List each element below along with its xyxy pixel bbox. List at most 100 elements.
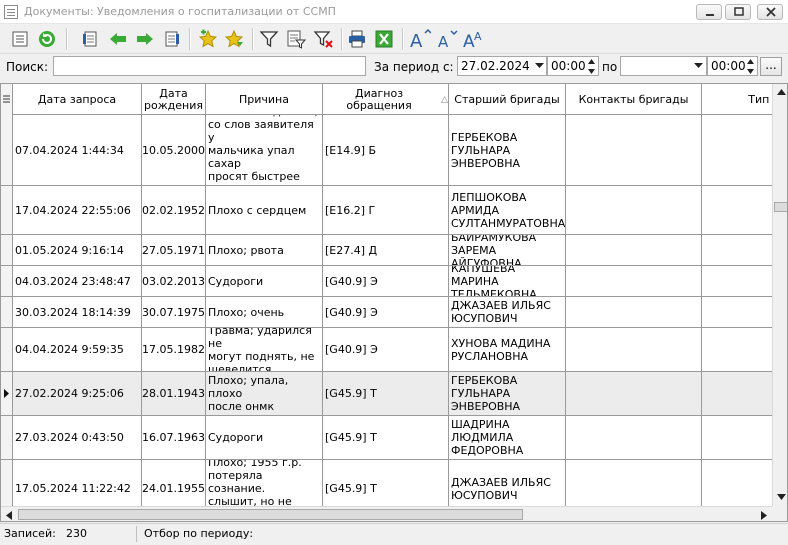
row-indicator[interactable] [1, 266, 13, 296]
row-indicator[interactable] [1, 115, 13, 185]
cell-senior[interactable]: ГЕРБЕКОВА ГУЛЬНАРА ЭНВЕРОВНА [449, 115, 566, 185]
table-row[interactable]: 04.03.2024 23:48:47 03.02.2013 Судороги [G4… [1, 266, 772, 297]
font-decrease-icon[interactable]: A [435, 27, 459, 51]
cell-date[interactable]: 17.04.2024 22:55:06 [13, 186, 142, 234]
cell-date[interactable]: 07.04.2024 1:44:34 [13, 115, 142, 185]
cell-contacts[interactable] [566, 372, 702, 415]
table-row[interactable]: 07.04.2024 1:44:34 10.05.2000Плохо сах. д… [1, 115, 772, 186]
cell-senior[interactable]: ЛЕПШОКОВА АРМИДА СУЛТАНМУРАТОВНА [449, 186, 566, 234]
horizontal-scrollbar[interactable] [1, 506, 772, 521]
row-indicator[interactable] [1, 186, 13, 234]
cell-senior[interactable]: ХУНОВА МАДИНА РУСЛАНОВНА [449, 328, 566, 371]
cell-diagnosis[interactable]: [E16.2] Г [323, 186, 449, 234]
cell-type[interactable] [702, 266, 782, 296]
cell-reason[interactable]: Травма; ударился не могут поднять, не ше… [206, 328, 323, 371]
scroll-right-icon[interactable] [756, 507, 772, 521]
cell-diagnosis[interactable]: [G40.9] Э [323, 266, 449, 296]
current-row-indicator-icon[interactable] [1, 372, 13, 415]
cell-contacts[interactable] [566, 266, 702, 296]
cell-type[interactable] [702, 297, 782, 327]
cell-diagnosis[interactable]: [G40.9] Э [323, 328, 449, 371]
column-senior[interactable]: Старший бригады [449, 84, 566, 115]
column-chooser-icon[interactable] [1, 84, 13, 115]
cell-contacts[interactable] [566, 297, 702, 327]
cell-birth[interactable]: 10.05.2000 [142, 115, 206, 185]
table-row[interactable]: 27.03.2024 0:43:50 16.07.1963 Судороги [G45… [1, 416, 772, 460]
cell-date[interactable]: 27.03.2024 0:43:50 [13, 416, 142, 459]
column-reason[interactable]: Причина [206, 84, 323, 115]
cell-birth[interactable]: 16.07.1963 [142, 416, 206, 459]
date-to-dropdown-icon[interactable] [690, 56, 706, 76]
scroll-left-icon[interactable] [1, 507, 17, 521]
cell-birth[interactable]: 02.02.1952 [142, 186, 206, 234]
cell-contacts[interactable] [566, 416, 702, 459]
maximize-button[interactable] [725, 4, 751, 20]
table-row[interactable]: 04.04.2024 9:59:35 17.05.1982 Травма; удар… [1, 328, 772, 372]
star-down-icon[interactable] [222, 27, 246, 51]
cell-contacts[interactable] [566, 235, 702, 265]
search-input[interactable] [53, 56, 366, 76]
column-request-date[interactable]: Дата запроса [13, 84, 142, 115]
cell-senior[interactable]: КАПУШЕВА МАРИНА ТЕЛЬМЕКОВНА [449, 266, 566, 296]
cell-type[interactable] [702, 115, 782, 185]
row-indicator[interactable] [1, 416, 13, 459]
date-from-dropdown-icon[interactable] [531, 56, 547, 76]
column-contacts[interactable]: Контакты бригады [566, 84, 702, 115]
table-row[interactable]: 17.04.2024 22:55:06 02.02.1952 Плохо с сер… [1, 186, 772, 235]
cell-reason[interactable]: Плохо; упала, плохо после онмк [206, 372, 323, 415]
refresh-icon[interactable] [35, 27, 59, 51]
cell-type[interactable] [702, 328, 782, 371]
column-diagnosis[interactable]: Диагноз обращения △ [323, 84, 449, 115]
font-increase-icon[interactable]: A [408, 27, 432, 51]
cell-type[interactable] [702, 235, 782, 265]
row-indicator[interactable] [1, 297, 13, 327]
vertical-scrollbar[interactable] [772, 84, 787, 506]
period-more-button[interactable]: ... [760, 57, 782, 76]
cell-senior[interactable]: БАЙРАМУКОВА ЗАРЕМА АЙГУФОВНА [449, 235, 566, 265]
cell-date[interactable]: 27.02.2024 9:25:06 [13, 372, 142, 415]
horizontal-scroll-thumb[interactable] [18, 509, 523, 520]
cell-date[interactable]: 04.04.2024 9:59:35 [13, 328, 142, 371]
minimize-button[interactable] [696, 4, 722, 20]
table-row[interactable]: 27.02.2024 9:25:06 28.01.1943 Плохо; упала… [1, 372, 772, 416]
cell-type[interactable] [702, 416, 782, 459]
row-indicator[interactable] [1, 328, 13, 371]
cell-senior[interactable]: ГЕРБЕКОВА ГУЛЬНАРА ЭНВЕРОВНА [449, 372, 566, 415]
column-birth-date[interactable]: Дата рождения [142, 84, 206, 115]
filter-edit-icon[interactable] [284, 27, 308, 51]
cell-reason[interactable]: Судороги [206, 266, 323, 296]
cell-date[interactable]: 04.03.2024 23:48:47 [13, 266, 142, 296]
vertical-scroll-thumb[interactable] [774, 202, 787, 212]
column-type[interactable]: Тип и [702, 84, 782, 115]
cell-senior[interactable]: ДЖАЗАЕВ ИЛЬЯС ЮСУПОВИЧ [449, 297, 566, 327]
cell-reason[interactable]: Плохо; очень [206, 297, 323, 327]
filter-clear-icon[interactable] [311, 27, 335, 51]
time-from-spinner-icon[interactable] [585, 56, 597, 76]
table-row[interactable]: 01.05.2024 9:16:14 27.05.1971 Плохо; рвота… [1, 235, 772, 266]
star-add-icon[interactable] [196, 27, 220, 51]
cell-reason[interactable]: Плохо сах. диабет; со слов заявителя у м… [206, 115, 323, 185]
excel-icon[interactable] [372, 27, 396, 51]
cell-birth[interactable]: 03.02.2013 [142, 266, 206, 296]
font-default-icon[interactable]: AA [462, 27, 486, 51]
cell-contacts[interactable] [566, 328, 702, 371]
cell-birth[interactable]: 17.05.1982 [142, 328, 206, 371]
list-icon[interactable] [8, 27, 32, 51]
arrow-right-icon[interactable] [133, 27, 157, 51]
cell-contacts[interactable] [566, 186, 702, 234]
cell-diagnosis[interactable]: [G40.9] Э [323, 297, 449, 327]
doc-next-icon[interactable] [160, 27, 184, 51]
cell-diagnosis[interactable]: [E14.9] Б [323, 115, 449, 185]
cell-diagnosis[interactable]: [G45.9] Т [323, 416, 449, 459]
cell-type[interactable] [702, 186, 782, 234]
cell-diagnosis[interactable]: [G45.9] Т [323, 372, 449, 415]
doc-prev-icon[interactable] [78, 27, 102, 51]
filter-icon[interactable] [257, 27, 281, 51]
cell-reason[interactable]: Плохо; рвота [206, 235, 323, 265]
arrow-left-icon[interactable] [106, 27, 130, 51]
cell-date[interactable]: 30.03.2024 18:14:39 [13, 297, 142, 327]
cell-diagnosis[interactable]: [E27.4] Д [323, 235, 449, 265]
cell-reason[interactable]: Плохо с сердцем [206, 186, 323, 234]
print-icon[interactable] [345, 27, 369, 51]
cell-senior[interactable]: ШАДРИНА ЛЮДМИЛА ФЕДОРОВНА [449, 416, 566, 459]
